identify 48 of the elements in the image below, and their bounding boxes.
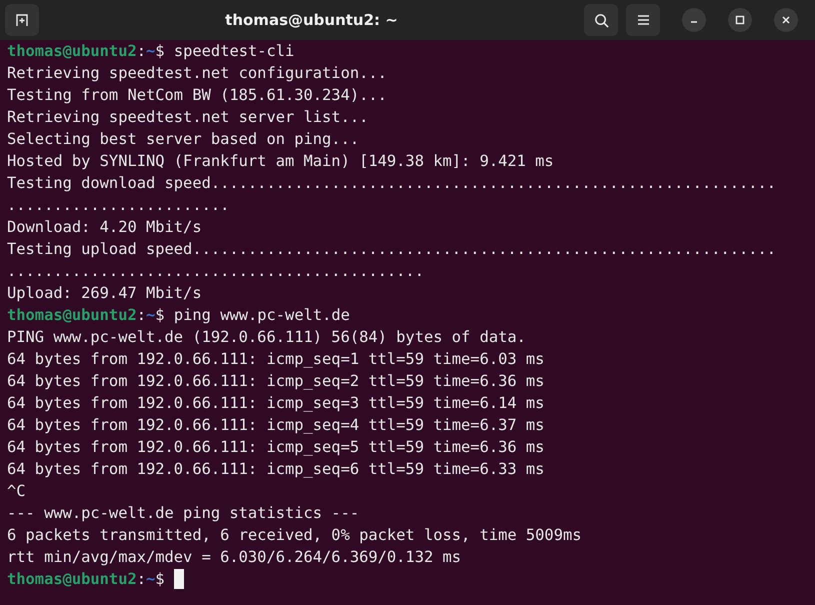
- command-text: ping www.pc-welt.de: [174, 305, 350, 326]
- window-title: thomas@ubuntu2: ~: [225, 10, 398, 31]
- prompt-path: ~: [146, 305, 156, 326]
- output-line: Testing from NetCom BW (185.61.30.234)...: [7, 85, 387, 106]
- output-line: 64 bytes from 192.0.66.111: icmp_seq=6 ttl=59 time=6.33 ms: [7, 459, 544, 480]
- output-line: Upload: 269.47 Mbit/s: [7, 283, 202, 304]
- output-line: 6 packets transmitted, 6 received, 0% packet loss, time 5009ms: [7, 525, 582, 546]
- output-line: Testing download speed.............................................................: [7, 173, 776, 194]
- search-button[interactable]: [584, 4, 618, 36]
- maximize-icon: [735, 15, 745, 25]
- output-line: 64 bytes from 192.0.66.111: icmp_seq=3 ttl=59 time=6.14 ms: [7, 393, 544, 414]
- command-text: speedtest-cli: [174, 41, 294, 62]
- output-line: .............................................: [7, 261, 424, 282]
- output-line: Selecting best server based on ping...: [7, 129, 360, 150]
- output-line: Download: 4.20 Mbit/s: [7, 217, 202, 238]
- output-line: Retrieving speedtest.net server list...: [7, 107, 368, 128]
- prompt-user-host: thomas@ubuntu2: [7, 41, 137, 62]
- output-line: 64 bytes from 192.0.66.111: icmp_seq=2 ttl=59 time=6.36 ms: [7, 371, 544, 392]
- close-button[interactable]: [774, 8, 798, 32]
- prompt-path: ~: [146, 569, 156, 590]
- maximize-button[interactable]: [728, 8, 752, 32]
- minimize-button[interactable]: [682, 8, 706, 32]
- new-tab-icon: [15, 13, 29, 27]
- prompt-symbol: $: [155, 41, 165, 62]
- new-tab-button[interactable]: [5, 4, 39, 36]
- output-line: Hosted by SYNLINQ (Frankfurt am Main) [149.38 km]: 9.421 ms: [7, 151, 554, 172]
- prompt-separator: :: [136, 305, 146, 326]
- prompt-symbol: $: [155, 305, 165, 326]
- output-line: ^C: [7, 481, 26, 502]
- prompt-separator: :: [136, 569, 146, 590]
- output-line: 64 bytes from 192.0.66.111: icmp_seq=1 ttl=59 time=6.03 ms: [7, 349, 544, 370]
- output-line: Retrieving speedtest.net configuration...: [7, 63, 387, 84]
- output-line: PING www.pc-welt.de (192.0.66.111) 56(84) bytes of data.: [7, 327, 526, 348]
- prompt-user-host: thomas@ubuntu2: [7, 569, 137, 590]
- output-line: 64 bytes from 192.0.66.111: icmp_seq=5 ttl=59 time=6.36 ms: [7, 437, 544, 458]
- output-line: ........................: [7, 195, 230, 216]
- prompt-separator: :: [136, 41, 146, 62]
- output-line: Testing upload speed...............................................................: [7, 239, 776, 260]
- prompt-symbol: $: [155, 569, 165, 590]
- output-line: --- www.pc-welt.de ping statistics ---: [7, 503, 360, 524]
- menu-icon: [636, 14, 650, 26]
- prompt-path: ~: [146, 41, 156, 62]
- prompt-user-host: thomas@ubuntu2: [7, 305, 137, 326]
- close-icon: [781, 15, 791, 25]
- menu-button[interactable]: [626, 4, 660, 36]
- output-line: rtt min/avg/max/mdev = 6.030/6.264/6.369/0.132 ms: [7, 547, 462, 568]
- output-line: 64 bytes from 192.0.66.111: icmp_seq=4 ttl=59 time=6.37 ms: [7, 415, 544, 436]
- search-icon: [594, 12, 608, 28]
